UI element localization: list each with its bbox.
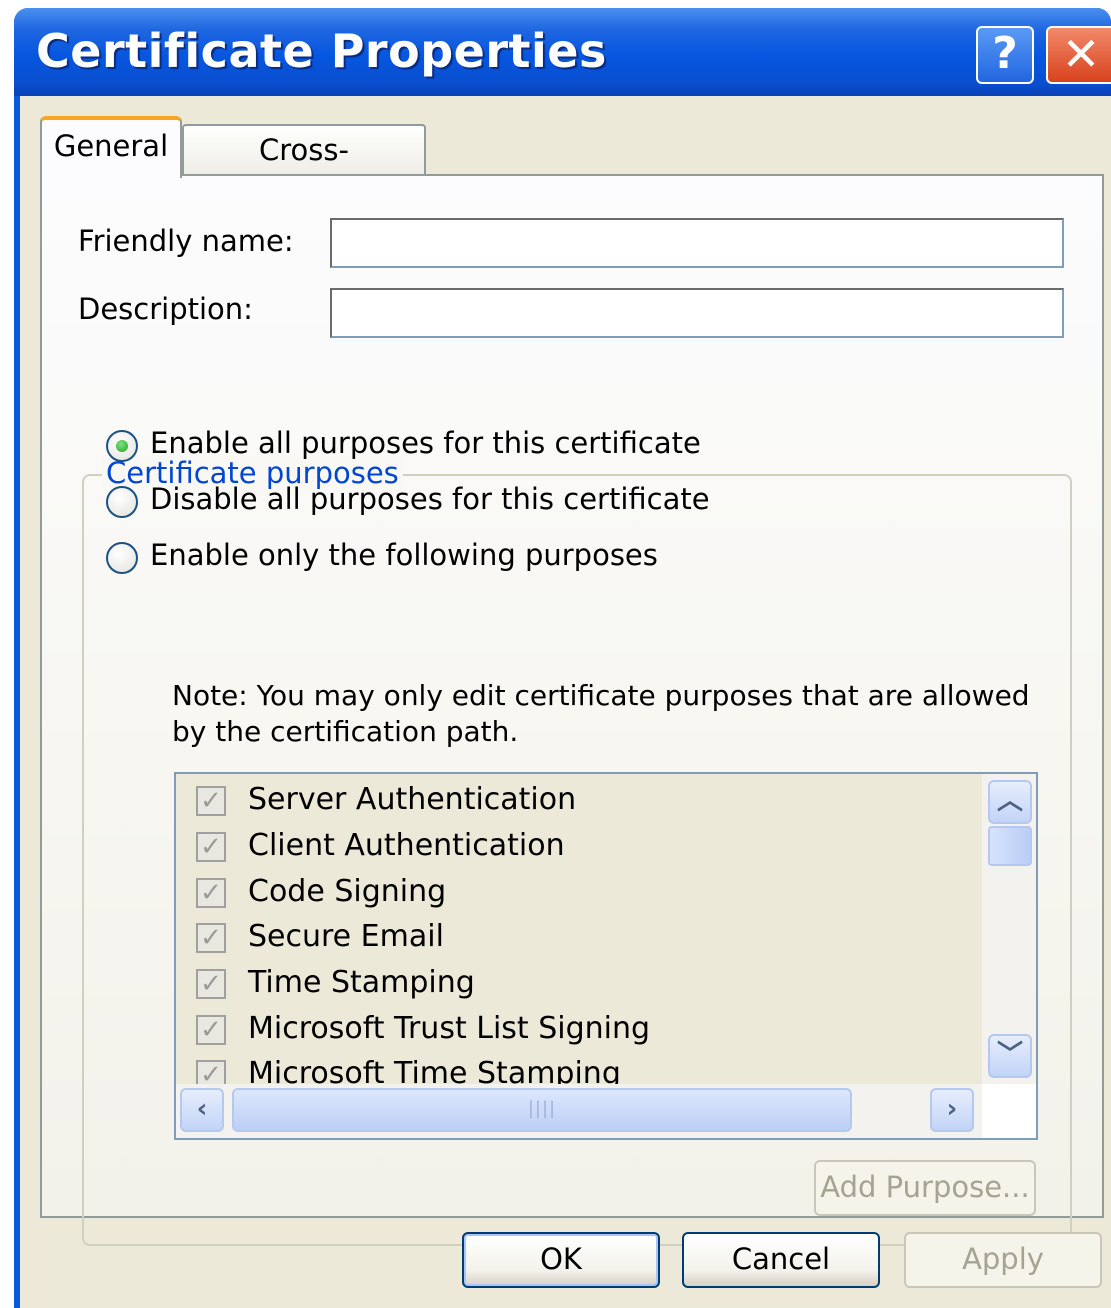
checkbox[interactable]: ✓ [196, 923, 226, 953]
purposes-list[interactable]: ✓ Server Authentication ✓ Client Authent… [174, 772, 1038, 1140]
checkbox[interactable]: ✓ [196, 832, 226, 862]
chevron-right-icon: › [946, 1094, 958, 1124]
list-item[interactable]: ✓ Client Authentication [196, 828, 976, 868]
checkbox[interactable]: ✓ [196, 786, 226, 816]
list-item[interactable]: ✓ Microsoft Trust List Signing [196, 1011, 976, 1051]
checkbox[interactable]: ✓ [196, 969, 226, 999]
chevron-up-icon: ︿ [996, 786, 1023, 816]
radio-disable-all[interactable] [106, 486, 138, 518]
add-purpose-button[interactable]: Add Purpose... [814, 1160, 1036, 1216]
radio-enable-only[interactable] [106, 542, 138, 574]
dialog-title: Certificate Properties [36, 24, 607, 78]
list-item[interactable]: ✓ Secure Email [196, 919, 976, 959]
list-item-label: Secure Email [248, 919, 444, 954]
title-bar[interactable]: Certificate Properties ? ✕ [14, 8, 1111, 96]
list-item-label: Code Signing [248, 874, 447, 909]
grip-icon: |||| [527, 1098, 557, 1119]
scroll-left-button[interactable]: ‹ [180, 1088, 224, 1132]
tab-general[interactable]: General [40, 116, 182, 178]
radio-selected-dot [116, 440, 128, 452]
scroll-up-button[interactable]: ︿ [988, 780, 1032, 824]
scroll-corner [982, 1084, 1036, 1138]
tab-panel-general: Friendly name: Description: Certificate … [40, 174, 1104, 1246]
apply-button[interactable]: Apply [904, 1232, 1102, 1288]
list-item[interactable]: ✓ Time Stamping [196, 965, 976, 1005]
checkbox[interactable]: ✓ [196, 878, 226, 908]
list-item-label: Time Stamping [248, 965, 475, 1000]
dialog-client-area: General Cross-Certificates Friendly name… [20, 96, 1111, 1308]
friendly-name-label: Friendly name: [78, 224, 294, 258]
dialog-window: Certificate Properties ? ✕ General Cross… [14, 8, 1111, 1308]
list-item[interactable]: ✓ Server Authentication [196, 782, 976, 822]
help-button[interactable]: ? [976, 26, 1034, 84]
vertical-scroll-thumb[interactable] [988, 826, 1032, 866]
horizontal-scroll-thumb[interactable]: |||| [232, 1088, 852, 1132]
scroll-down-button[interactable]: ﹀ [988, 1034, 1032, 1078]
list-item-label: Client Authentication [248, 828, 565, 863]
radio-enable-only-label[interactable]: Enable only the following purposes [150, 538, 658, 572]
vertical-scrollbar[interactable]: ︿ ﹀ [982, 774, 1036, 1084]
chevron-left-icon: ‹ [196, 1094, 208, 1124]
checkbox[interactable]: ✓ [196, 1015, 226, 1045]
tab-cross-certificates[interactable]: Cross-Certificates [182, 124, 426, 215]
purposes-list-items: ✓ Server Authentication ✓ Client Authent… [176, 774, 982, 1084]
list-item-label: Microsoft Time Stamping [248, 1056, 621, 1084]
description-input[interactable] [330, 288, 1064, 338]
cancel-button[interactable]: Cancel [682, 1232, 880, 1288]
list-item[interactable]: ✓ Code Signing [196, 874, 976, 914]
list-item[interactable]: ✓ Microsoft Time Stamping [196, 1056, 976, 1084]
purposes-note: Note: You may only edit certificate purp… [172, 679, 1030, 748]
list-item-label: Server Authentication [248, 782, 577, 817]
radio-enable-all[interactable] [106, 430, 138, 462]
list-item-label: Microsoft Trust List Signing [248, 1011, 651, 1046]
radio-enable-all-label[interactable]: Enable all purposes for this certificate [150, 426, 701, 460]
checkbox[interactable]: ✓ [196, 1060, 226, 1084]
close-button[interactable]: ✕ [1046, 26, 1111, 84]
horizontal-scrollbar[interactable]: ‹ |||| › [176, 1084, 982, 1138]
description-label: Description: [78, 292, 253, 326]
radio-disable-all-label[interactable]: Disable all purposes for this certificat… [150, 482, 710, 516]
ok-button[interactable]: OK [462, 1232, 660, 1288]
friendly-name-input[interactable] [330, 218, 1064, 268]
chevron-down-icon: ﹀ [996, 1040, 1023, 1070]
scroll-right-button[interactable]: › [930, 1088, 974, 1132]
